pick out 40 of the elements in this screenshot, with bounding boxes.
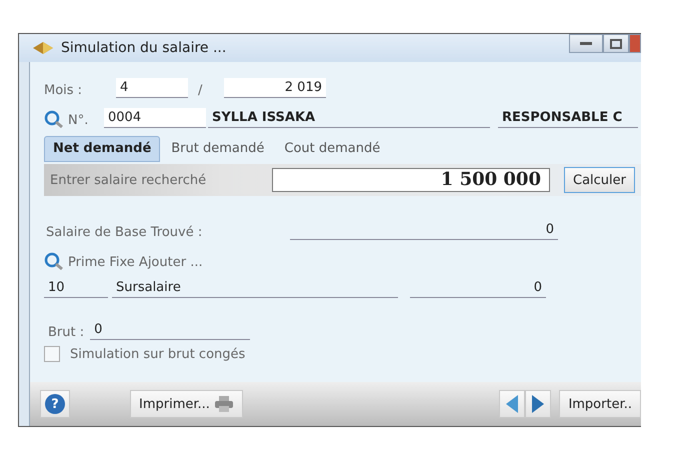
employee-name-field: SYLLA ISSAKA [208,108,490,128]
window-title: Simulation du salaire ... [61,40,228,56]
salary-input[interactable]: 1 500 000 [272,168,550,192]
fixed-bonus-label[interactable]: Prime Fixe Ajouter ... [68,255,203,270]
tab[interactable]: Brut demandé [162,136,274,162]
next-button[interactable] [525,390,552,418]
help-button[interactable]: ? [40,390,70,418]
left-arrow-icon [506,395,518,413]
minimize-icon [580,42,592,46]
search-icon[interactable] [44,110,66,128]
gross-field: 0 [90,320,250,340]
maximize-icon [610,38,622,48]
minimize-button[interactable] [569,34,603,53]
search-icon[interactable] [44,252,66,270]
base-salary-label: Salaire de Base Trouvé : [45,225,204,240]
month-field[interactable]: 4 [116,78,188,98]
base-salary-field: 0 [290,220,558,240]
calculate-button[interactable]: Calculer [564,167,635,193]
gross-label: Brut : [47,325,84,340]
tab[interactable]: Cout demandé [275,136,390,162]
employee-number-field[interactable]: 0004 [104,108,206,128]
bonus-name-field: Sursalaire [112,278,398,298]
printer-icon [214,395,234,413]
previous-button[interactable] [499,390,526,418]
print-button[interactable]: Imprimer... [130,390,243,418]
tab[interactable]: Net demandé [44,136,160,162]
diamond-icon [33,42,53,54]
checkbox-label: Simulation sur brut congés [70,346,246,362]
maximize-button[interactable] [603,34,629,53]
month-label: Mois : [44,83,84,98]
position-field: RESPONSABLE C [498,108,638,128]
search-label: Entrer salaire recherché [50,172,208,188]
year-field[interactable]: 2 019 [224,78,326,98]
bonus-code-field[interactable]: 10 [44,278,108,298]
separator: / [198,83,204,98]
bonus-amount-field[interactable]: 0 [410,278,546,298]
number-label: N°. [68,113,90,128]
checkbox[interactable] [44,346,60,362]
right-arrow-icon [532,395,544,413]
import-button[interactable]: Importer.. [559,390,641,418]
